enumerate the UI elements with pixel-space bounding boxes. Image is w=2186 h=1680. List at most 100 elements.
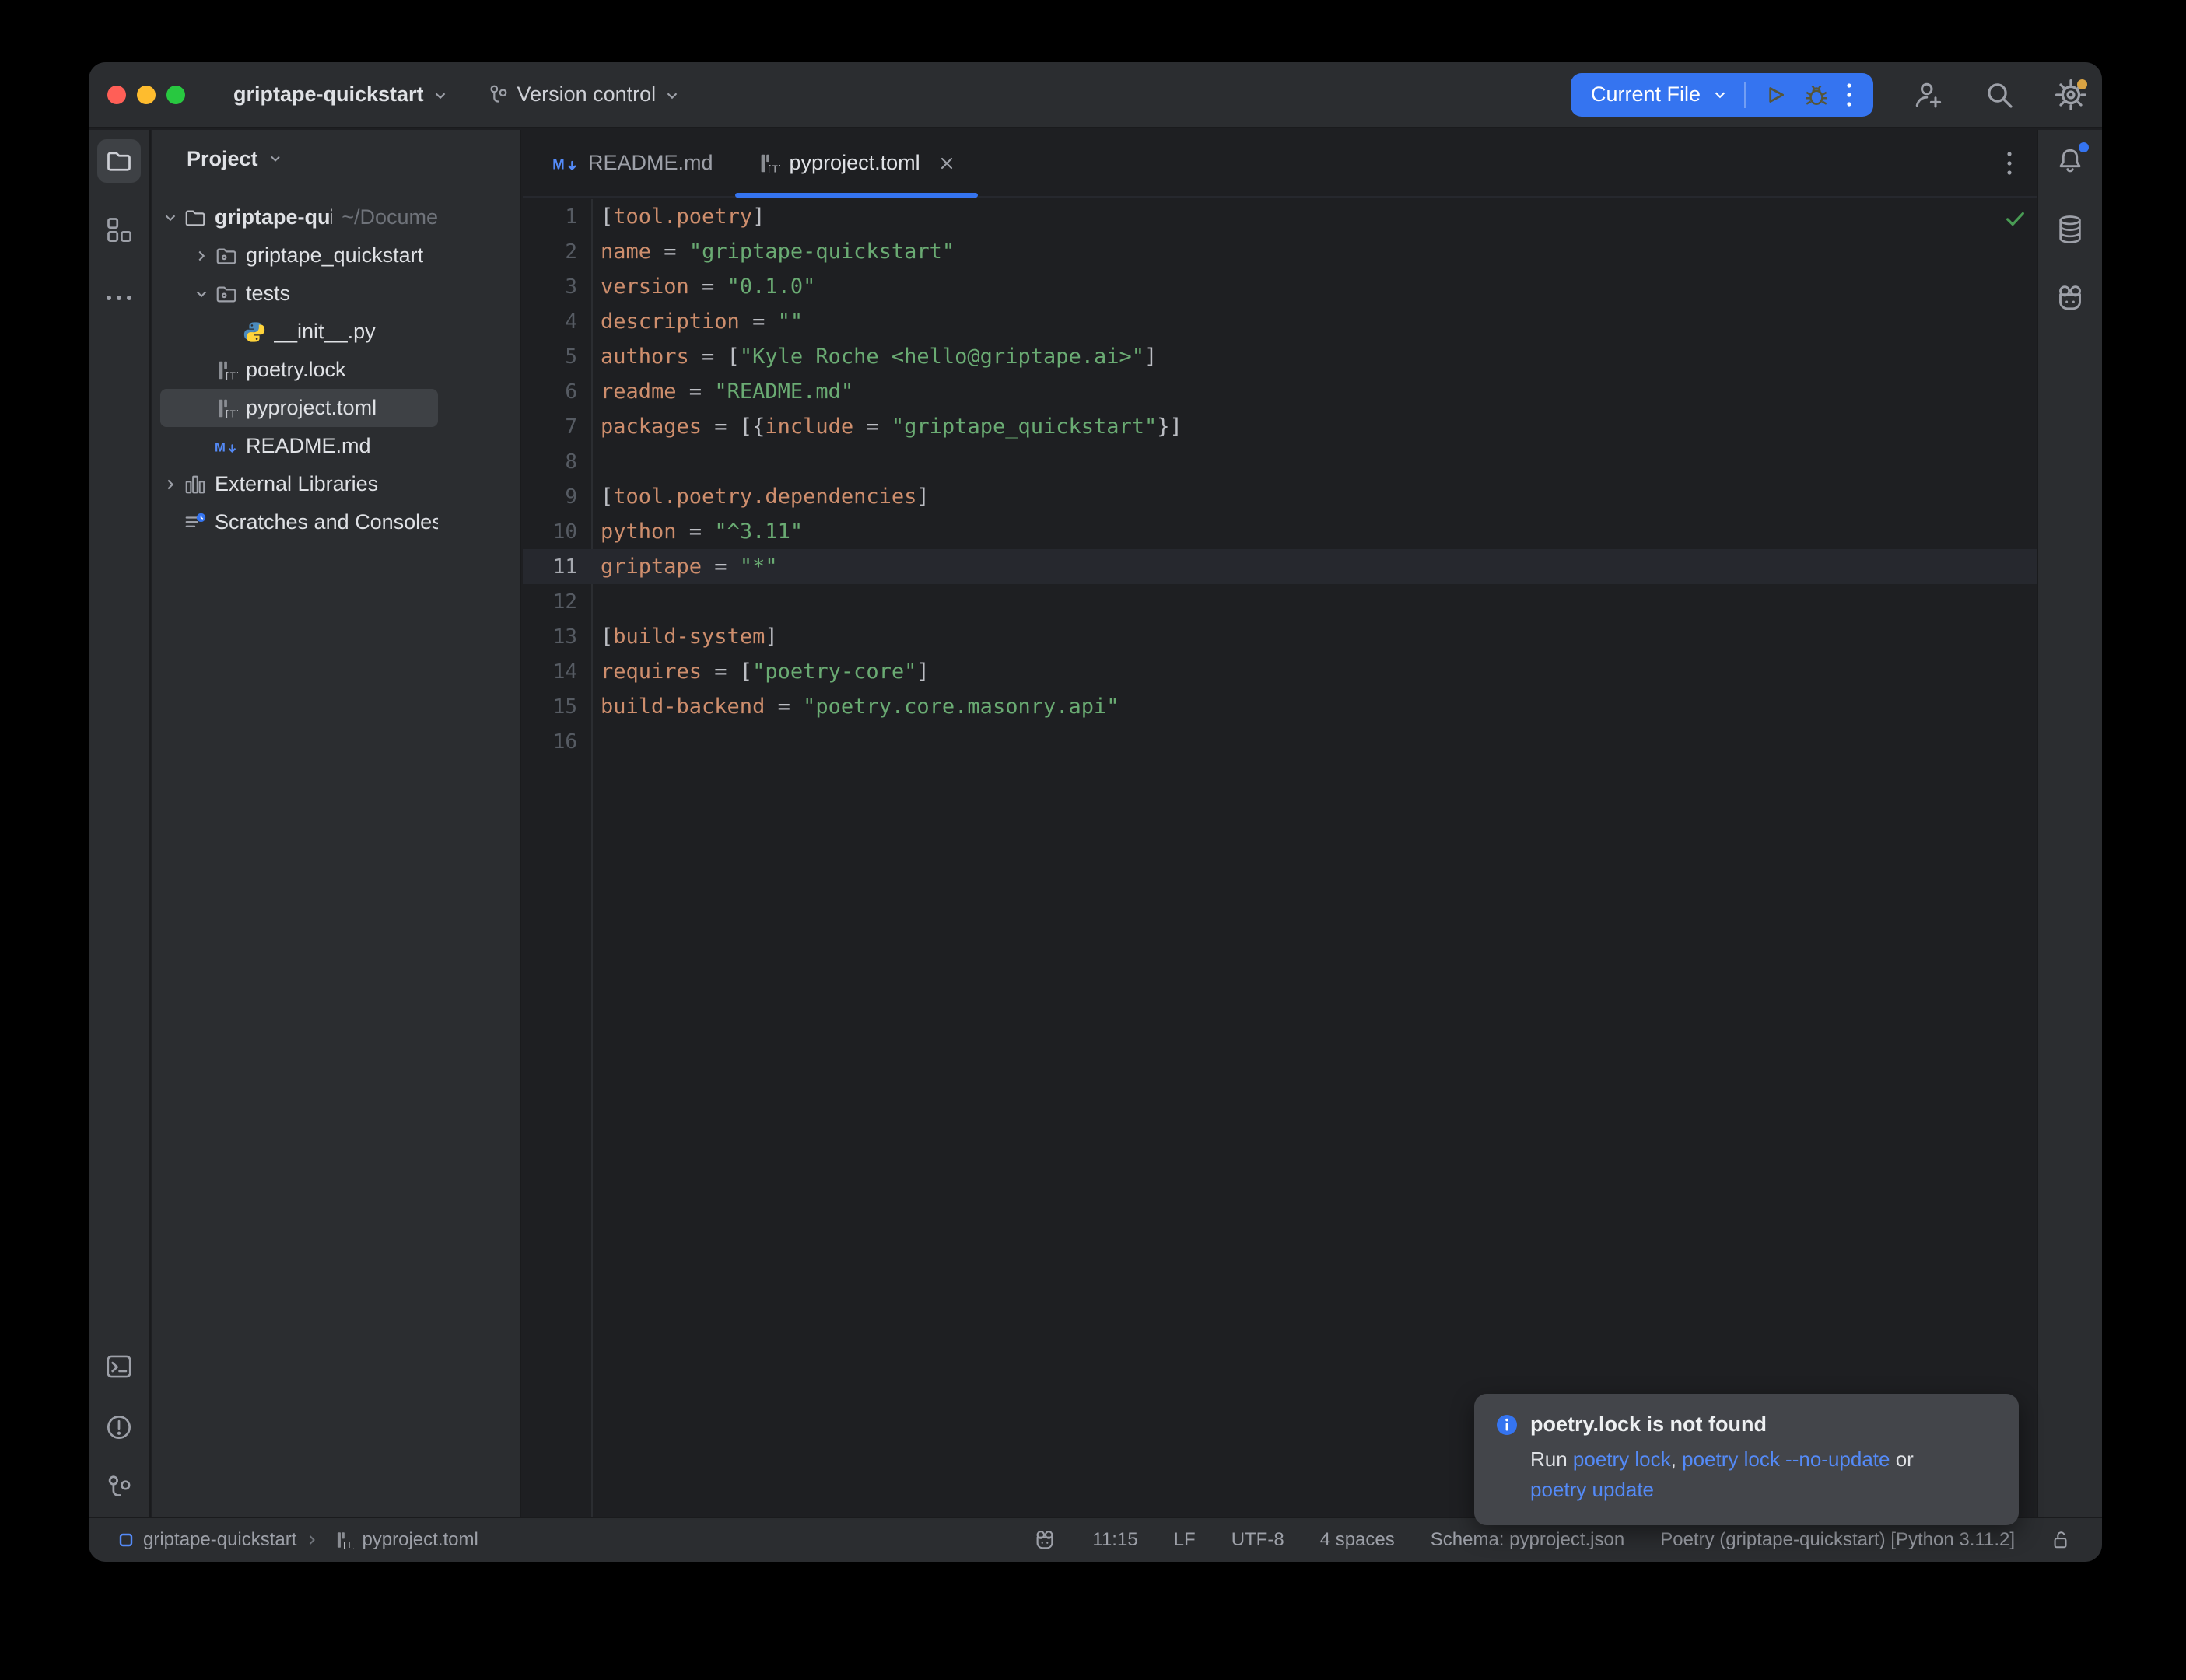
tree-item-scratches[interactable]: Scratches and Consoles xyxy=(160,503,438,541)
notification-text: Run xyxy=(1530,1447,1573,1471)
close-tab-icon[interactable] xyxy=(937,154,956,173)
code-line-4[interactable]: 4description = "" xyxy=(523,304,2037,339)
editor-area: M README.md [T] pyproject.toml 1[tool.po… xyxy=(523,130,2037,1517)
svg-text:M: M xyxy=(552,156,565,172)
tab-readme-md[interactable]: M README.md xyxy=(531,130,735,196)
toml-file-icon: [T] xyxy=(215,397,238,420)
inspections-ok-icon[interactable] xyxy=(2003,207,2027,230)
code-line-5[interactable]: 5authors = ["Kyle Roche <hello@griptape.… xyxy=(523,339,2037,374)
toml-file-icon: [T] xyxy=(757,152,780,175)
project-tool-button[interactable] xyxy=(97,139,141,183)
tree-item-label: pyproject.toml xyxy=(246,396,377,420)
code-line-12[interactable]: 12 xyxy=(523,584,2037,619)
poetry-lock-no-update-link[interactable]: poetry lock --no-update xyxy=(1682,1447,1890,1471)
ai-assistant-tool-icon[interactable] xyxy=(2048,276,2092,320)
window-controls xyxy=(89,86,185,104)
problems-tool-button[interactable] xyxy=(97,1405,141,1449)
line-number: 11 xyxy=(523,550,577,585)
code-line-13[interactable]: 13[build-system] xyxy=(523,619,2037,654)
line-number: 2 xyxy=(523,235,577,270)
code-line-16[interactable]: 16 xyxy=(523,724,2037,759)
code-line-1[interactable]: 1[tool.poetry] xyxy=(523,199,2037,234)
code-line-8[interactable]: 8 xyxy=(523,444,2037,479)
notifications-bell-icon[interactable] xyxy=(2048,139,2092,183)
minimize-window-button[interactable] xyxy=(137,86,156,104)
tree-item-label: tests xyxy=(246,282,290,306)
code-line-11[interactable]: 11griptape = "*" xyxy=(523,549,2037,584)
code-line-14[interactable]: 14requires = ["poetry-core"] xyxy=(523,654,2037,689)
notification-body: Run poetry lock, poetry lock --no-update… xyxy=(1530,1444,1966,1505)
ai-assistant-status-icon[interactable] xyxy=(1033,1528,1056,1552)
schema-widget[interactable]: Schema: pyproject.json xyxy=(1431,1529,1624,1551)
unlocked-icon[interactable] xyxy=(2051,1529,2071,1551)
search-everywhere-button[interactable] xyxy=(1982,78,2016,112)
run-config-selector[interactable]: Current File xyxy=(1591,82,1729,107)
line-number: 1 xyxy=(523,200,577,235)
breadcrumb-project[interactable]: griptape-quickstart xyxy=(143,1529,296,1551)
more-run-options-button[interactable] xyxy=(1845,80,1853,110)
line-number: 8 xyxy=(523,445,577,480)
version-control-tool-button[interactable] xyxy=(97,1466,141,1510)
add-user-button[interactable] xyxy=(1911,78,1945,112)
libraries-icon xyxy=(184,473,207,496)
breadcrumb-file[interactable]: pyproject.toml xyxy=(362,1529,478,1551)
chevron-down-icon xyxy=(268,151,283,166)
tree-item-pyproject-toml[interactable]: [T] pyproject.toml xyxy=(160,389,438,427)
notification-popup: poetry.lock is not found Run poetry lock… xyxy=(1474,1394,2019,1525)
editor-body[interactable]: 1[tool.poetry]2name = "griptape-quicksta… xyxy=(523,199,2037,1517)
right-tool-bar xyxy=(2037,130,2102,1517)
vcs-widget[interactable]: Version control xyxy=(486,82,681,107)
project-panel-header[interactable]: Project xyxy=(152,130,520,187)
poetry-lock-link[interactable]: poetry lock xyxy=(1573,1447,1671,1471)
test-folder-icon xyxy=(215,282,238,306)
indent-widget[interactable]: 4 spaces xyxy=(1320,1529,1395,1551)
line-text: description = "" xyxy=(577,310,803,334)
svg-text:[T]: [T] xyxy=(224,408,238,419)
code-line-6[interactable]: 6readme = "README.md" xyxy=(523,374,2037,409)
tree-item-poetry-lock[interactable]: [T] poetry.lock xyxy=(160,351,438,389)
tab-options-kebab-icon[interactable] xyxy=(2006,149,2013,178)
python-interpreter-widget[interactable]: Poetry (griptape-quickstart) [Python 3.1… xyxy=(1660,1529,2015,1551)
code-line-3[interactable]: 3version = "0.1.0" xyxy=(523,269,2037,304)
markdown-file-icon: M xyxy=(215,435,238,458)
chevron-down-icon[interactable] xyxy=(191,285,212,303)
more-tools-button[interactable] xyxy=(97,276,141,320)
tree-item-root[interactable]: griptape-quickstart ~/Docume xyxy=(160,198,438,236)
code-line-7[interactable]: 7packages = [{include = "griptape_quicks… xyxy=(523,409,2037,444)
chevron-down-icon xyxy=(1711,86,1729,103)
tree-item-tests[interactable]: tests xyxy=(160,275,438,313)
zoom-window-button[interactable] xyxy=(166,86,185,104)
close-window-button[interactable] xyxy=(107,86,126,104)
caret-position-widget[interactable]: 11:15 xyxy=(1092,1529,1137,1551)
line-text xyxy=(577,590,601,614)
project-widget[interactable]: griptape-quickstart xyxy=(233,82,449,107)
tree-item-label: griptape_quickstart xyxy=(246,243,423,268)
tree-item-init-py[interactable]: __init__.py xyxy=(160,313,438,351)
line-separator-widget[interactable]: LF xyxy=(1174,1529,1196,1551)
run-button[interactable] xyxy=(1761,82,1788,108)
debug-button[interactable] xyxy=(1803,82,1830,108)
poetry-update-link[interactable]: poetry update xyxy=(1530,1478,1654,1501)
vcs-widget-label: Version control xyxy=(517,82,657,107)
database-tool-icon[interactable] xyxy=(2048,208,2092,251)
code-line-15[interactable]: 15build-backend = "poetry.core.masonry.a… xyxy=(523,689,2037,724)
terminal-tool-button[interactable] xyxy=(97,1345,141,1388)
encoding-widget[interactable]: UTF-8 xyxy=(1231,1529,1284,1551)
tree-item-griptape-quickstart-pkg[interactable]: griptape_quickstart xyxy=(160,236,438,275)
chevron-right-icon[interactable] xyxy=(191,247,212,264)
line-number: 7 xyxy=(523,410,577,445)
tree-item-label: griptape-quickstart xyxy=(215,205,332,229)
chevron-down-icon[interactable] xyxy=(160,209,180,226)
tab-pyproject-toml[interactable]: [T] pyproject.toml xyxy=(735,130,978,196)
code-line-10[interactable]: 10python = "^3.11" xyxy=(523,514,2037,549)
code-line-9[interactable]: 9[tool.poetry.dependencies] xyxy=(523,479,2037,514)
tree-item-label: Scratches and Consoles xyxy=(215,510,438,534)
tree-item-readme-md[interactable]: M README.md xyxy=(160,427,438,465)
tree-item-external-libraries[interactable]: External Libraries xyxy=(160,465,438,503)
line-number: 5 xyxy=(523,340,577,375)
settings-gear-icon[interactable] xyxy=(2054,78,2088,112)
line-text: [tool.poetry.dependencies] xyxy=(577,485,930,509)
chevron-right-icon[interactable] xyxy=(160,476,180,493)
structure-tool-button[interactable] xyxy=(97,208,141,251)
code-line-2[interactable]: 2name = "griptape-quickstart" xyxy=(523,234,2037,269)
